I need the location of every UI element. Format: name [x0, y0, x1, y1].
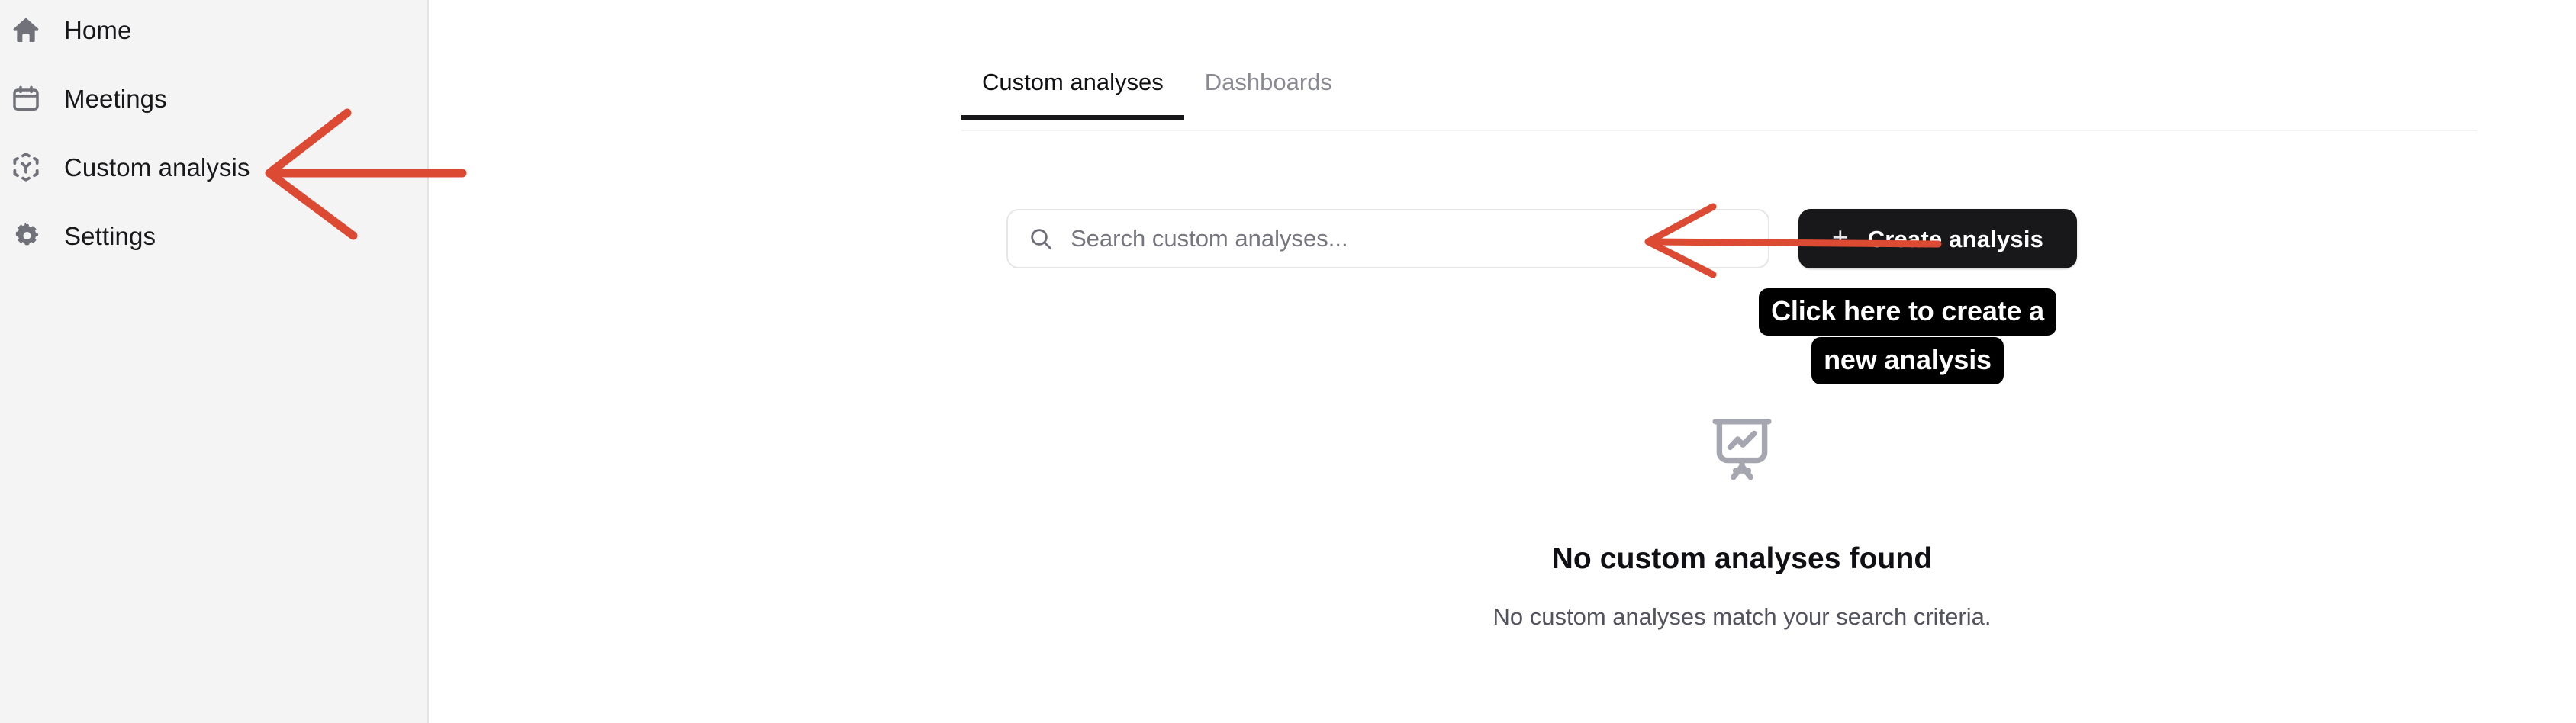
tab-bar: Custom analyses Dashboards [961, 61, 2478, 131]
create-analysis-button[interactable]: + Create analysis [1798, 209, 2078, 268]
search-icon [1028, 226, 1054, 252]
plus-icon: + [1832, 221, 1849, 253]
app-root: Home Meetings Custom analysis Settings C… [0, 0, 2576, 723]
tab-dashboards[interactable]: Dashboards [1184, 61, 1353, 120]
sidebar-item-home[interactable]: Home [0, 6, 427, 53]
empty-state-subtitle: No custom analyses match your search cri… [1492, 603, 1992, 630]
calendar-icon [8, 80, 44, 117]
empty-state: No custom analyses found No custom analy… [1006, 412, 2478, 631]
create-analysis-label: Create analysis [1867, 225, 2044, 252]
sidebar: Home Meetings Custom analysis Settings [0, 0, 429, 723]
tab-custom-analyses[interactable]: Custom analyses [961, 61, 1184, 120]
sidebar-item-label: Custom analysis [64, 153, 250, 182]
search-input[interactable] [1071, 225, 1748, 252]
sidebar-item-label: Settings [64, 221, 156, 250]
toolbar: + Create analysis [1006, 209, 2078, 268]
home-icon [8, 11, 44, 48]
gear-icon [8, 217, 44, 254]
custom-analysis-icon [8, 149, 44, 185]
sidebar-item-settings[interactable]: Settings [0, 212, 427, 259]
search-field[interactable] [1006, 209, 1769, 268]
sidebar-item-meetings[interactable]: Meetings [0, 75, 427, 122]
sidebar-item-custom-analysis[interactable]: Custom analysis [0, 143, 427, 191]
main-content: Custom analyses Dashboards + Create anal… [429, 0, 2576, 723]
sidebar-item-label: Meetings [64, 84, 167, 113]
empty-state-title: No custom analyses found [1551, 542, 1933, 575]
sidebar-item-label: Home [64, 15, 132, 44]
presentation-chart-icon [1705, 412, 1779, 485]
